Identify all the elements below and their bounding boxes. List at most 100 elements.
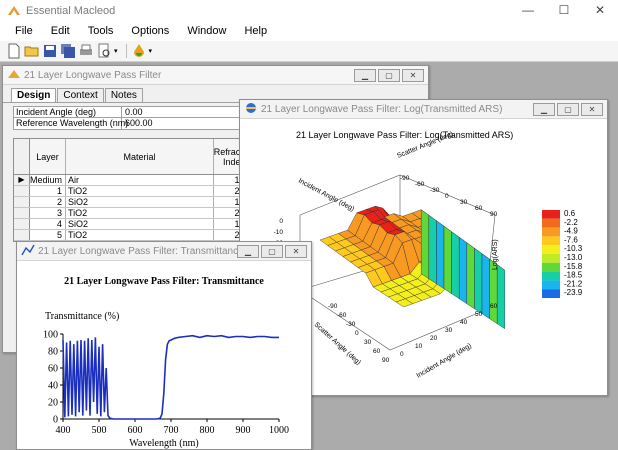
legend-swatch	[542, 262, 560, 272]
app-title: Essential Macleod	[26, 4, 116, 17]
legend-swatch	[542, 289, 560, 298]
ars-maximize-button[interactable]: ▢	[557, 103, 579, 116]
legend-value: -21.2	[564, 279, 583, 288]
ars-wall-patch	[436, 220, 445, 290]
design-minimize-button[interactable]: ▁	[354, 69, 376, 82]
ars-close-button[interactable]: ✕	[581, 103, 603, 116]
material-cell[interactable]: TiO2	[66, 230, 214, 240]
legend-swatch	[542, 254, 560, 263]
layer-color-icon[interactable]	[131, 43, 147, 59]
menu-help[interactable]: Help	[235, 25, 276, 37]
row-selector[interactable]	[14, 208, 30, 218]
ars-window-title: 21 Layer Longwave Pass Filter: Log(Trans…	[261, 103, 503, 115]
transmittance-maximize-button[interactable]: ▢	[261, 245, 283, 258]
y-tick-label: 40	[48, 381, 58, 392]
open-icon[interactable]	[24, 43, 40, 59]
row-selector[interactable]	[14, 230, 30, 240]
menu-window[interactable]: Window	[178, 25, 235, 37]
layer-cell[interactable]: 3	[30, 208, 66, 218]
layer-cell[interactable]: 2	[30, 197, 66, 207]
save-all-icon[interactable]	[60, 43, 76, 59]
ars-tick-incident: 0	[400, 351, 404, 358]
ars-tick-top: 60	[475, 205, 483, 212]
ars-tick-top: 30	[460, 199, 468, 206]
x-tick-label: 900	[236, 425, 251, 436]
y-tick-label: 0	[53, 415, 58, 426]
print-preview-icon[interactable]	[96, 43, 112, 59]
transmittance-window: 21 Layer Longwave Pass Filter: Transmitt…	[16, 241, 312, 450]
menu-file[interactable]: File	[6, 25, 42, 37]
design-close-button[interactable]: ✕	[402, 69, 424, 82]
row-selector[interactable]	[14, 186, 30, 196]
material-cell[interactable]: TiO2	[66, 208, 214, 218]
transmittance-close-button[interactable]: ✕	[285, 245, 307, 258]
transmittance-window-title: 21 Layer Longwave Pass Filter: Transmitt…	[38, 245, 244, 257]
ars-wall-patch	[466, 242, 475, 310]
tab-context[interactable]: Context	[57, 88, 104, 102]
close-button[interactable]: ✕	[584, 0, 616, 21]
row-selector[interactable]	[14, 219, 30, 229]
legend-value: -23.9	[564, 288, 583, 297]
ars-tick-top: -90	[400, 175, 410, 182]
y-tick-label: 60	[48, 364, 58, 375]
design-maximize-button[interactable]: ▢	[378, 69, 400, 82]
ars-tick-top: -30	[430, 187, 440, 194]
row-selector[interactable]	[14, 197, 30, 207]
print-preview-dropdown-caret[interactable]: ▾	[114, 47, 118, 55]
legend-value: -10.3	[564, 244, 583, 253]
transmittance-minimize-button[interactable]: ▁	[237, 245, 259, 258]
design-window-title: 21 Layer Longwave Pass Filter	[24, 69, 162, 81]
layer-cell[interactable]: 5	[30, 230, 66, 240]
ars-tick-incident: 50	[475, 311, 483, 318]
ars-wall-patch	[459, 236, 467, 305]
save-icon[interactable]	[42, 43, 58, 59]
reference-wavelength-field[interactable]: 600.00	[122, 118, 153, 129]
new-icon[interactable]	[6, 43, 22, 59]
legend-swatch	[542, 271, 560, 281]
legend-value: -2.2	[564, 218, 578, 227]
print-icon[interactable]	[78, 43, 94, 59]
chart-series	[62, 334, 279, 420]
x-tick-label: 500	[92, 425, 107, 436]
ars-tick-top: 90	[490, 211, 498, 218]
layer-cell[interactable]: Medium	[30, 175, 66, 185]
legend-value: 0.6	[564, 209, 576, 218]
transmittance-chart[interactable]: 21 Layer Longwave Pass Filter: Transmitt…	[17, 262, 311, 450]
ars-window-titlebar[interactable]: 21 Layer Longwave Pass Filter: Log(Trans…	[240, 100, 607, 119]
menu-edit[interactable]: Edit	[42, 25, 79, 37]
ars-wall-patch	[451, 231, 460, 300]
ars-tick-z: -10	[274, 229, 284, 236]
ars-tick-bottom: 30	[364, 339, 372, 346]
minimize-button[interactable]: —	[512, 0, 544, 21]
layer-cell[interactable]: 1	[30, 186, 66, 196]
ars-wall-patch	[428, 214, 437, 285]
x-tick-label: 400	[56, 425, 71, 436]
design-window-titlebar[interactable]: 21 Layer Longwave Pass Filter ▁ ▢ ✕	[3, 66, 428, 85]
menu-options[interactable]: Options	[122, 25, 178, 37]
ars-minimize-button[interactable]: ▁	[533, 103, 555, 116]
legend-swatch	[542, 227, 560, 237]
layer-cell[interactable]: 4	[30, 219, 66, 229]
column-header-layer[interactable]: Layer	[30, 139, 66, 174]
incident-angle-field[interactable]: 0.00	[122, 107, 143, 117]
tab-design[interactable]: Design	[11, 88, 57, 102]
ars-tick-z: 0	[279, 218, 283, 225]
legend-value: -7.6	[564, 235, 578, 244]
tab-notes[interactable]: Notes	[104, 88, 143, 102]
material-cell[interactable]: SiO2	[66, 197, 214, 207]
maximize-button[interactable]: ☐	[548, 0, 580, 21]
column-header-material[interactable]: Material	[66, 139, 214, 174]
menu-tools[interactable]: Tools	[79, 25, 123, 37]
chart-title: 21 Layer Longwave Pass Filter: Transmitt…	[64, 276, 264, 287]
layer-color-dropdown-caret[interactable]: ▾	[149, 47, 153, 55]
transmittance-series-line	[62, 334, 279, 420]
transmittance-window-titlebar[interactable]: 21 Layer Longwave Pass Filter: Transmitt…	[17, 242, 311, 261]
legend-swatch	[542, 218, 560, 228]
x-tick-label: 600	[128, 425, 143, 436]
material-cell[interactable]: Air	[66, 175, 214, 185]
x-tick-label: 1000	[269, 425, 289, 436]
material-cell[interactable]: SiO2	[66, 219, 214, 229]
ars-color-legend: 0.6-2.2-4.9-7.6-10.3-13.0-15.8-18.5-21.2…	[542, 209, 583, 298]
row-selector[interactable]: ▶	[14, 175, 30, 185]
material-cell[interactable]: TiO2	[66, 186, 214, 196]
